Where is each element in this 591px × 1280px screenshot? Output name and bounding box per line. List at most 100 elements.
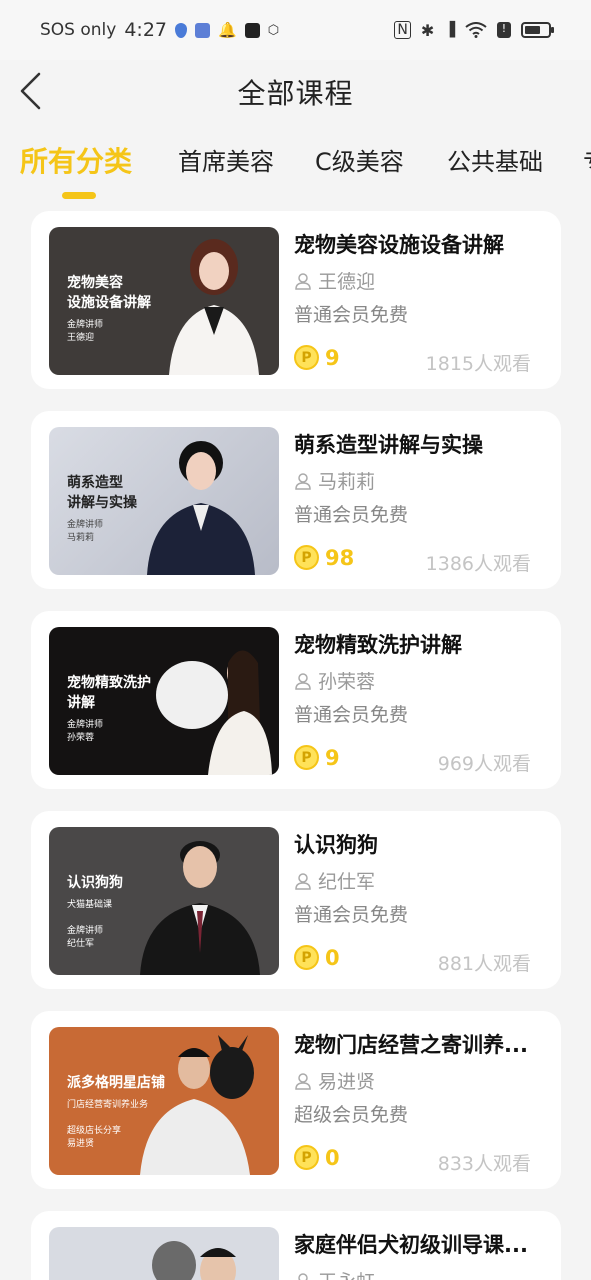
- status-bar: SOS only 4:27 🔔 ⬡ N ✱ ▐ !: [0, 0, 591, 60]
- course-thumbnail: 宠物美容 设施设备讲解 金牌讲师 王德迎: [49, 227, 279, 375]
- thumb-subtitle: 金牌讲师 王德迎: [67, 320, 104, 343]
- member-price: 普通会员免费: [294, 704, 409, 726]
- view-count: 969人观看: [437, 753, 531, 775]
- course-title: 宠物门店经营之寄训养...: [294, 1033, 528, 1057]
- view-count: 1815人观看: [425, 353, 531, 375]
- instructor-name: 王德迎: [318, 271, 376, 293]
- instructor-row: 纪仕军: [294, 867, 375, 894]
- course-title: 认识狗狗: [294, 833, 378, 857]
- tab-c-grooming[interactable]: C级美容: [315, 142, 404, 177]
- points-row: P 9: [294, 745, 340, 770]
- points-coin-icon: P: [294, 545, 319, 570]
- thumb-text: 派多格明星店铺 门店经营寄训养业务 超级店长分享 易进贤: [67, 1073, 165, 1151]
- instructor-name: 易进贤: [318, 1071, 376, 1093]
- tab-chief-grooming[interactable]: 首席美容: [178, 142, 274, 177]
- instructor-name: 孙荣蓉: [318, 671, 376, 693]
- points-row: P 0: [294, 945, 340, 970]
- course-thumbnail: [49, 1227, 279, 1280]
- alert-icon: !: [497, 22, 511, 38]
- instructor-name: 马莉莉: [318, 471, 376, 493]
- points-coin-icon: P: [294, 1145, 319, 1170]
- wifi-icon: [465, 22, 487, 38]
- thumb-subtitle: 犬猫基础课 金牌讲师 纪仕军: [67, 900, 113, 949]
- clock: 4:27: [124, 19, 167, 41]
- user-icon: [295, 872, 311, 890]
- view-count: 1386人观看: [425, 553, 531, 575]
- tab-all-categories[interactable]: 所有分类: [20, 140, 132, 180]
- thumb-subtitle: 金牌讲师 孙荣蓉: [67, 720, 104, 743]
- member-price: 普通会员免费: [294, 504, 409, 526]
- course-card[interactable]: 萌系造型 讲解与实操 金牌讲师 马莉莉 萌系造型讲解与实操 马莉莉 普通会员免费…: [31, 411, 561, 589]
- member-price: 超级会员免费: [294, 1104, 409, 1126]
- user-icon: [295, 672, 311, 690]
- thumb-title: 宠物精致洗护 讲解: [67, 675, 151, 711]
- bluetooth-icon: ✱: [420, 20, 435, 40]
- user-icon: [295, 272, 311, 290]
- user-icon: [295, 1072, 311, 1090]
- points-coin-icon: P: [294, 745, 319, 770]
- carrier-text: SOS only: [40, 20, 117, 40]
- instructor-row: 孙荣蓉: [294, 667, 375, 694]
- instructor-photo: [156, 650, 272, 775]
- course-title: 宠物美容设施设备讲解: [294, 233, 504, 257]
- status-left: SOS only 4:27 🔔 ⬡: [40, 19, 279, 41]
- instructor-row: 马莉莉: [294, 467, 375, 494]
- points-row: P 98: [294, 545, 354, 570]
- course-thumbnail: 萌系造型 讲解与实操 金牌讲师 马莉莉: [49, 427, 279, 575]
- view-count: 881人观看: [437, 953, 531, 975]
- thumb-text: 萌系造型 讲解与实操 金牌讲师 马莉莉: [67, 473, 137, 545]
- course-card[interactable]: 认识狗狗 犬猫基础课 金牌讲师 纪仕军 认识狗狗 纪仕军 普通会员免费 P 0 …: [31, 811, 561, 989]
- course-thumbnail: 派多格明星店铺 门店经营寄训养业务 超级店长分享 易进贤: [49, 1027, 279, 1175]
- course-title: 家庭伴侣犬初级训导课...: [294, 1233, 528, 1257]
- instructor-photo: [169, 239, 259, 375]
- view-count: 833人观看: [437, 1153, 531, 1175]
- status-right: N ✱ ▐ !: [394, 20, 554, 40]
- thumb-title: 认识狗狗: [67, 875, 123, 891]
- thumb-subtitle: 门店经营寄训养业务 超级店长分享 易进贤: [67, 1100, 149, 1149]
- tab-public-basics[interactable]: 公共基础: [447, 142, 543, 177]
- app-notification-icon: [195, 22, 210, 38]
- instructor-row: 王德迎: [294, 267, 375, 294]
- thumb-title: 宠物美容 设施设备讲解: [67, 275, 151, 311]
- app-icon: [244, 22, 260, 38]
- user-icon: [295, 472, 311, 490]
- course-card[interactable]: 派多格明星店铺 门店经营寄训养业务 超级店长分享 易进贤 宠物门店经营之寄训养.…: [31, 1011, 561, 1189]
- tab-more[interactable]: 专: [583, 142, 591, 177]
- bell-icon: 🔔: [218, 21, 237, 39]
- points-coin-icon: P: [294, 345, 319, 370]
- course-title: 萌系造型讲解与实操: [294, 433, 483, 457]
- member-price: 普通会员免费: [294, 904, 409, 926]
- course-card[interactable]: 宠物美容 设施设备讲解 金牌讲师 王德迎 宠物美容设施设备讲解 王德迎 普通会员…: [31, 211, 561, 389]
- points-value: 9: [325, 345, 340, 370]
- course-card[interactable]: 家庭伴侣犬初级训导课... 王永虹: [31, 1211, 561, 1280]
- category-tabs: 所有分类 首席美容 C级美容 公共基础 专: [0, 130, 591, 204]
- course-card[interactable]: 宠物精致洗护 讲解 金牌讲师 孙荣蓉 宠物精致洗护讲解 孙荣蓉 普通会员免费 P…: [31, 611, 561, 789]
- thumb-text: 宠物美容 设施设备讲解 金牌讲师 王德迎: [67, 273, 151, 345]
- instructor-row: 易进贤: [294, 1067, 375, 1094]
- header: 全部课程: [0, 60, 591, 122]
- course-thumbnail: 宠物精致洗护 讲解 金牌讲师 孙荣蓉: [49, 627, 279, 775]
- points-value: 9: [325, 745, 340, 770]
- tab-indicator: [62, 192, 96, 199]
- thumb-text: 宠物精致洗护 讲解 金牌讲师 孙荣蓉: [67, 673, 151, 745]
- thumb-title: 派多格明星店铺: [67, 1075, 165, 1091]
- points-value: 0: [325, 945, 340, 970]
- battery-icon: [521, 22, 554, 38]
- points-row: P 0: [294, 1145, 340, 1170]
- instructor-photo: [147, 441, 255, 575]
- course-thumbnail: 认识狗狗 犬猫基础课 金牌讲师 纪仕军: [49, 827, 279, 975]
- nfc-icon: N: [394, 21, 411, 39]
- user-icon: [298, 1272, 308, 1280]
- instructor-photo: [152, 1241, 236, 1280]
- shield-icon: [175, 22, 187, 38]
- instructor-row: 王永虹: [294, 1267, 375, 1280]
- member-price: 普通会员免费: [294, 304, 409, 326]
- points-row: P 9: [294, 345, 340, 370]
- instructor-photo: [140, 841, 260, 975]
- thumb-title: 萌系造型 讲解与实操: [67, 475, 137, 511]
- points-value: 0: [325, 1145, 340, 1170]
- instructor-name: 王永虹: [318, 1267, 375, 1280]
- cube-icon: ⬡: [267, 22, 280, 38]
- points-value: 98: [325, 545, 355, 570]
- course-title: 宠物精致洗护讲解: [294, 633, 462, 657]
